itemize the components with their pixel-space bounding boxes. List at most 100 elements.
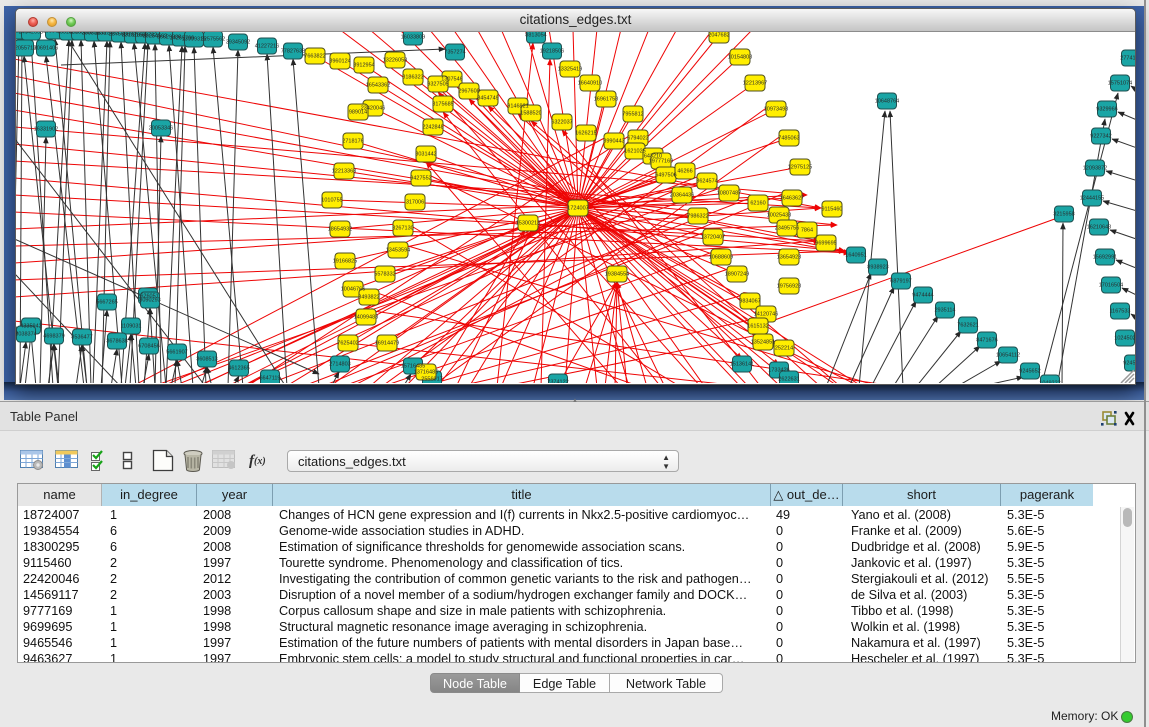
svg-text:12213363: 12213363 [332, 169, 356, 175]
svg-text:9327505: 9327505 [427, 82, 448, 88]
svg-text:1626215: 1626215 [575, 131, 596, 137]
svg-text:7485063: 7485063 [778, 136, 799, 142]
svg-text:3624574: 3624574 [696, 179, 717, 185]
svg-text:15300213: 15300213 [516, 221, 540, 227]
svg-text:2714803: 2714803 [329, 362, 350, 368]
svg-text:8990443: 8990443 [603, 139, 624, 145]
svg-text:2935114: 2935114 [934, 308, 955, 314]
svg-text:8938923: 8938923 [867, 265, 888, 271]
svg-text:8031442: 8031442 [415, 152, 436, 158]
svg-text:19384554: 19384554 [605, 272, 629, 278]
svg-text:7986322: 7986322 [687, 214, 708, 220]
svg-text:77827638: 77827638 [281, 49, 305, 55]
svg-text:9245652: 9245652 [1019, 369, 1040, 375]
svg-text:24942603: 24942603 [19, 32, 43, 36]
svg-text:3678638: 3678638 [106, 339, 127, 345]
svg-text:5661907: 5661907 [166, 350, 187, 356]
svg-text:2242848: 2242848 [422, 125, 443, 131]
svg-text:317006: 317006 [406, 200, 424, 206]
svg-text:14099483: 14099483 [354, 315, 378, 321]
svg-text:18907249: 18907249 [725, 272, 749, 278]
svg-text:7357274: 7357274 [444, 50, 465, 56]
svg-text:16543362: 16543362 [366, 83, 390, 89]
svg-text:1109031: 1109031 [120, 324, 141, 330]
svg-text:6322037: 6322037 [551, 120, 572, 126]
svg-text:10648764: 10648764 [875, 99, 899, 105]
svg-text:13524851: 13524851 [751, 340, 775, 346]
svg-text:10973493: 10973493 [764, 107, 788, 113]
svg-text:16331902: 16331902 [34, 127, 58, 133]
svg-text:6497506: 6497506 [655, 173, 676, 179]
svg-text:2556017: 2556017 [421, 377, 442, 383]
svg-text:3493822: 3493822 [358, 295, 379, 301]
svg-text:7374122: 7374122 [547, 380, 568, 384]
svg-text:2718176: 2718176 [342, 139, 363, 145]
svg-text:6879197: 6879197 [890, 279, 911, 285]
svg-text:46266: 46266 [677, 169, 692, 175]
svg-text:10807487: 10807487 [717, 191, 741, 197]
svg-text:19166825: 19166825 [333, 259, 357, 265]
svg-text:3215958: 3215958 [1053, 212, 1074, 218]
svg-text:20364436: 20364436 [670, 193, 694, 199]
svg-text:16463627: 16463627 [780, 196, 804, 202]
svg-text:1615132: 1615132 [747, 324, 768, 330]
svg-text:7663822: 7663822 [304, 54, 325, 60]
svg-text:10688609: 10688609 [709, 255, 733, 261]
svg-text:16914479: 16914479 [375, 341, 399, 347]
svg-text:14120746: 14120746 [754, 312, 778, 318]
svg-text:13453594: 13453594 [386, 248, 410, 254]
svg-text:2774101: 2774101 [1120, 56, 1136, 62]
svg-text:22575562: 22575562 [201, 37, 225, 43]
svg-text:8536477: 8536477 [71, 335, 92, 341]
svg-text:12093872: 12093872 [1083, 166, 1107, 172]
svg-text:15751074: 15751074 [1108, 81, 1132, 87]
svg-text:16210643: 16210643 [1087, 225, 1111, 231]
svg-text:252214: 252214 [775, 346, 793, 352]
svg-text:8454749: 8454749 [477, 96, 498, 102]
svg-text:10154808: 10154808 [728, 55, 752, 61]
svg-text:16640910: 16640910 [578, 81, 602, 87]
svg-text:19756928: 19756928 [777, 284, 801, 290]
svg-text:989014: 989014 [349, 110, 367, 116]
svg-text:6647119: 6647119 [259, 376, 280, 382]
svg-text:4335942: 4335942 [20, 324, 41, 330]
svg-text:18654932: 18654932 [328, 227, 352, 233]
svg-text:7864: 7864 [801, 228, 813, 234]
svg-text:5578332: 5578332 [374, 272, 395, 278]
svg-text:1733426: 1733426 [768, 368, 789, 374]
svg-text:16961758: 16961758 [594, 97, 618, 103]
svg-text:1588520: 1588520 [520, 111, 541, 117]
svg-text:8471676: 8471676 [976, 338, 997, 344]
svg-text:20053346: 20053346 [149, 126, 173, 132]
svg-text:39345092: 39345092 [226, 40, 250, 46]
svg-text:8813054: 8813054 [525, 33, 546, 39]
svg-text:12213967: 12213967 [743, 81, 767, 87]
svg-text:6708456: 6708456 [138, 344, 159, 350]
svg-text:13325419: 13325419 [558, 67, 582, 73]
svg-text:1621025: 1621025 [624, 149, 645, 155]
svg-text:7625402: 7625402 [337, 341, 358, 347]
svg-text:9227342: 9227342 [1090, 134, 1111, 140]
svg-text:1049222: 1049222 [1039, 381, 1060, 384]
svg-text:20691406: 20691406 [34, 46, 58, 52]
svg-text:1167533: 1167533 [1109, 309, 1130, 315]
svg-text:12444155: 12444155 [1080, 196, 1104, 202]
svg-text:8038374: 8038374 [16, 332, 37, 338]
svg-text:9329966: 9329966 [1096, 107, 1117, 113]
svg-text:5667265: 5667265 [96, 300, 117, 306]
svg-text:1112311: 1112311 [1135, 33, 1136, 39]
svg-text:2622631: 2622631 [778, 377, 799, 383]
svg-text:19218506: 19218506 [540, 49, 564, 55]
svg-text:15692991: 15692991 [1093, 255, 1117, 261]
svg-text:41227216: 41227216 [255, 44, 279, 50]
svg-text:17016504: 17016504 [1099, 283, 1123, 289]
svg-text:8912954: 8912954 [353, 63, 374, 69]
svg-text:1640951: 1640951 [845, 253, 866, 259]
svg-text:1024502: 1024502 [1114, 336, 1135, 342]
svg-text:62160: 62160 [750, 201, 765, 207]
svg-text:13720407: 13720407 [701, 235, 725, 241]
svg-text:19777169: 19777169 [649, 159, 673, 165]
svg-text:10046766: 10046766 [341, 287, 365, 293]
svg-text:23495756: 23495756 [775, 226, 799, 232]
svg-text:9115460: 9115460 [821, 207, 842, 213]
